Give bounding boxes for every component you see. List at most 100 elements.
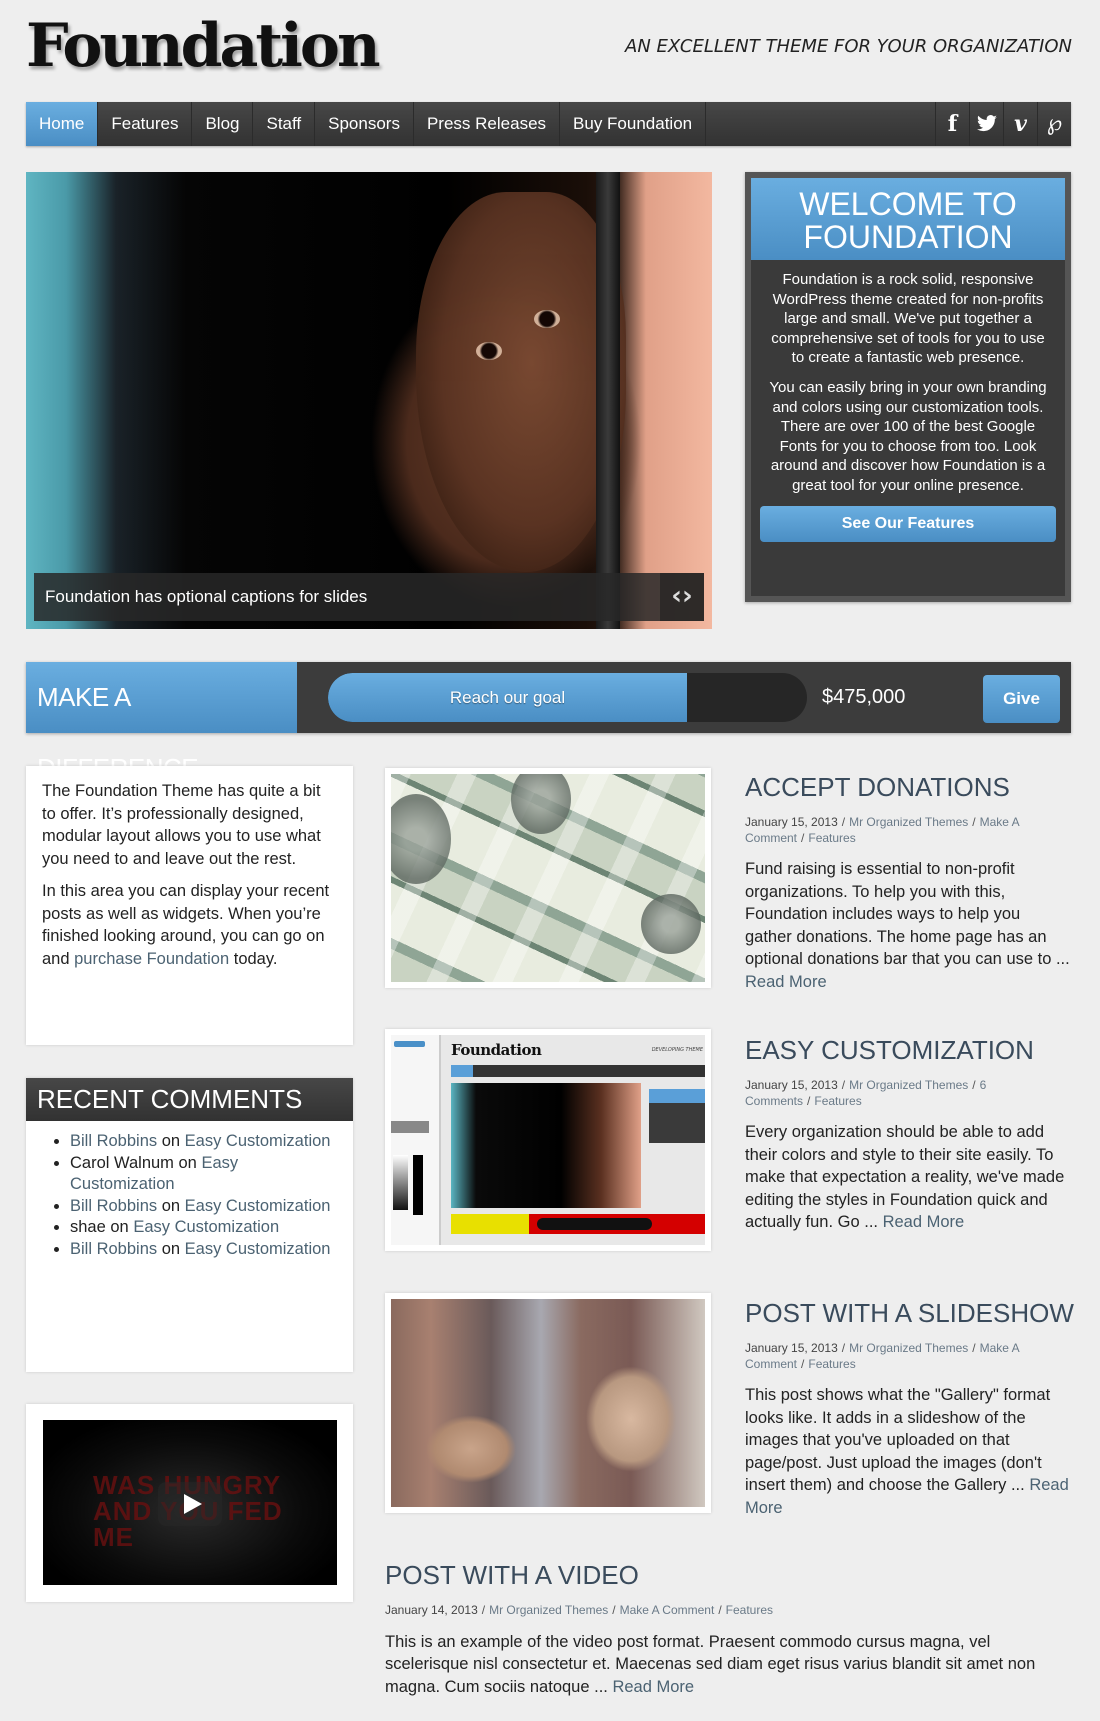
post-slideshow: POST WITH A SLIDESHOW January 15, 2013/M…	[745, 1298, 1074, 1519]
comment-on: on	[157, 1132, 185, 1150]
purchase-foundation-link[interactable]: purchase Foundation	[74, 950, 229, 968]
nav-home[interactable]: Home	[26, 102, 99, 146]
post-video: POST WITH A VIDEO January 14, 2013/Mr Or…	[385, 1560, 1071, 1698]
facebook-icon[interactable]: f	[935, 102, 969, 146]
post-excerpt: This post shows what the "Gallery" forma…	[745, 1384, 1071, 1519]
nav-blog[interactable]: Blog	[192, 102, 254, 146]
vimeo-icon[interactable]: v	[1003, 102, 1037, 146]
site-tagline: AN EXCELLENT THEME FOR YOUR ORGANIZATION	[625, 36, 1072, 57]
comment-post-link[interactable]: Easy Customization	[185, 1197, 331, 1215]
recent-comments-widget: RECENT COMMENTS Bill Robbins on Easy Cus…	[26, 1078, 353, 1372]
social-links: f v ℘	[935, 102, 1071, 146]
post-excerpt-text: This is an example of the video post for…	[385, 1632, 1036, 1696]
comment-item: Bill Robbins on Easy Customization	[70, 1131, 353, 1153]
post-date: January 15, 2013	[745, 1078, 838, 1092]
comment-author-link[interactable]: Bill Robbins	[70, 1240, 157, 1258]
post-category-link[interactable]: Features	[814, 1094, 861, 1108]
welcome-box: WELCOME TO FOUNDATION Foundation is a ro…	[745, 172, 1071, 602]
video-player[interactable]: WAS HUNGRY AND YOU FED ME	[43, 1420, 337, 1585]
twitter-icon[interactable]	[969, 102, 1003, 146]
post-author-link[interactable]: Mr Organized Themes	[849, 1078, 968, 1092]
comment-on: on	[157, 1239, 185, 1258]
read-more-link[interactable]: Read More	[883, 1213, 965, 1231]
donation-title: MAKE A DIFFERENCE	[26, 662, 297, 783]
hands-image	[391, 1299, 705, 1507]
comment-author: shae	[70, 1218, 106, 1237]
intro-text: today.	[229, 949, 278, 968]
post-thumbnail-donations[interactable]	[385, 768, 711, 988]
post-category-link[interactable]: Features	[726, 1603, 773, 1617]
recent-comments-title: RECENT COMMENTS	[26, 1078, 353, 1121]
comment-post-link[interactable]: Easy Customization	[133, 1218, 279, 1236]
post-date: January 15, 2013	[745, 815, 838, 829]
post-comments-link[interactable]: Make A Comment	[620, 1603, 715, 1617]
post-title[interactable]: ACCEPT DONATIONS	[745, 772, 1071, 803]
post-author-link[interactable]: Mr Organized Themes	[849, 1341, 968, 1355]
video-widget: WAS HUNGRY AND YOU FED ME	[26, 1404, 353, 1602]
slide-caption-text: Foundation has optional captions for sli…	[45, 587, 368, 606]
nav-buy-foundation[interactable]: Buy Foundation	[560, 102, 707, 146]
nav-staff[interactable]: Staff	[253, 102, 316, 146]
post-excerpt-text: This post shows what the "Gallery" forma…	[745, 1386, 1051, 1494]
screenshot-logo: Foundation	[451, 1041, 542, 1059]
post-category-link[interactable]: Features	[808, 831, 855, 845]
give-button[interactable]: Give	[983, 675, 1060, 723]
see-features-button[interactable]: See Our Features	[760, 505, 1056, 542]
comment-post-link[interactable]: Easy Customization	[185, 1240, 331, 1258]
post-accept-donations: ACCEPT DONATIONS January 15, 2013/Mr Org…	[745, 772, 1071, 993]
intro-paragraph: In this area you can display your recent…	[42, 880, 337, 970]
hero-slider[interactable]: Foundation has optional captions for sli…	[26, 172, 712, 629]
post-title[interactable]: POST WITH A SLIDESHOW	[745, 1298, 1074, 1329]
main-nav: Home Features Blog Staff Sponsors Press …	[26, 102, 1071, 146]
post-thumbnail-customization[interactable]: Foundation DEVELOPING THEME	[385, 1029, 711, 1251]
post-easy-customization: EASY CUSTOMIZATION January 15, 2013/Mr O…	[745, 1035, 1071, 1234]
comment-item: Bill Robbins on Easy Customization	[70, 1196, 353, 1218]
donation-progress: Reach our goal	[328, 673, 807, 722]
donation-progress-label: Reach our goal	[449, 688, 566, 707]
hero-image	[416, 192, 626, 572]
donation-bar: MAKE A DIFFERENCE Reach our goal $475,00…	[26, 662, 1071, 783]
nav-sponsors[interactable]: Sponsors	[315, 102, 414, 146]
recent-comments-list: Bill Robbins on Easy Customization Carol…	[26, 1121, 353, 1261]
theme-screenshot-image: Foundation DEVELOPING THEME	[391, 1035, 705, 1245]
comment-author-link[interactable]: Bill Robbins	[70, 1132, 157, 1150]
post-title[interactable]: POST WITH A VIDEO	[385, 1560, 1071, 1591]
prev-slide-icon[interactable]: ‹	[671, 581, 682, 611]
post-category-link[interactable]: Features	[808, 1357, 855, 1371]
read-more-link[interactable]: Read More	[745, 973, 827, 991]
slide-caption: Foundation has optional captions for sli…	[34, 573, 704, 621]
screenshot-tagline: DEVELOPING THEME	[651, 1047, 703, 1053]
post-date: January 15, 2013	[745, 1341, 838, 1355]
welcome-paragraph: You can easily bring in your own brandin…	[769, 378, 1047, 494]
comment-on: on	[157, 1196, 185, 1215]
comment-author: Carol Walnum	[70, 1153, 174, 1172]
next-slide-icon[interactable]: ›	[682, 581, 693, 611]
post-meta: January 14, 2013/Mr Organized Themes / Mak…	[385, 1603, 774, 1617]
post-date: January 14, 2013	[385, 1603, 478, 1617]
post-excerpt: This is an example of the video post for…	[385, 1631, 1071, 1699]
comment-item: Carol Walnum on Easy Customization	[70, 1153, 353, 1196]
play-icon[interactable]	[158, 1482, 222, 1526]
post-thumbnail-slideshow[interactable]	[385, 1293, 711, 1513]
welcome-body: Foundation is a rock solid, responsive W…	[751, 260, 1065, 496]
post-meta: January 15, 2013/Mr Organized Themes / Mak…	[745, 815, 1019, 845]
post-title[interactable]: EASY CUSTOMIZATION	[745, 1035, 1071, 1066]
pinterest-icon[interactable]: ℘	[1037, 102, 1071, 146]
money-image	[391, 774, 705, 982]
post-author-link[interactable]: Mr Organized Themes	[849, 815, 968, 829]
nav-features[interactable]: Features	[98, 102, 193, 146]
intro-widget: The Foundation Theme has quite a bit to …	[26, 766, 353, 1045]
welcome-title: WELCOME TO FOUNDATION	[751, 178, 1065, 260]
post-author-link[interactable]: Mr Organized Themes	[489, 1603, 608, 1617]
post-meta: January 15, 2013/Mr Organized Themes/6 C…	[745, 1078, 987, 1108]
read-more-link[interactable]: Read More	[612, 1678, 694, 1696]
intro-paragraph: The Foundation Theme has quite a bit to …	[42, 782, 321, 868]
site-logo[interactable]: Foundation	[26, 6, 381, 86]
donation-goal: $475,000	[822, 686, 906, 708]
comment-author-link[interactable]: Bill Robbins	[70, 1197, 157, 1215]
comment-on: on	[173, 1153, 202, 1172]
post-excerpt-text: Fund raising is essential to non-profit …	[745, 860, 1070, 968]
slide-nav-arrows[interactable]: ‹›	[660, 573, 704, 621]
comment-post-link[interactable]: Easy Customization	[185, 1132, 331, 1150]
nav-press-releases[interactable]: Press Releases	[414, 102, 561, 146]
